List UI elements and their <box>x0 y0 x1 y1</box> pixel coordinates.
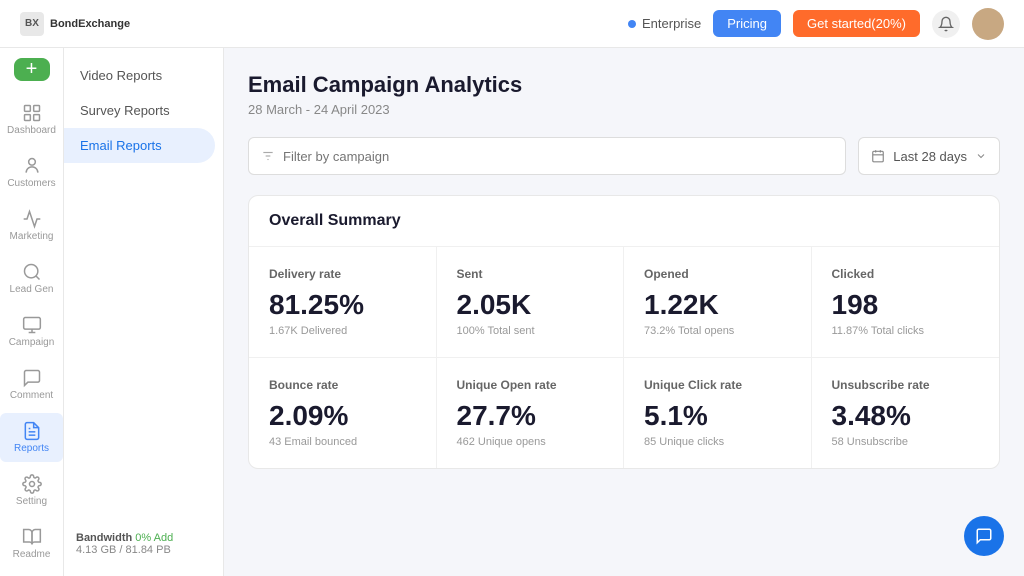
sidebar-item-comment-label: Comment <box>10 390 53 401</box>
sidebar-item-campaign-label: Campaign <box>9 337 55 348</box>
metric-value-2: 1.22K <box>644 289 791 321</box>
logo-area: BX BondExchange <box>20 12 130 36</box>
filter-input-wrapper <box>248 137 846 175</box>
date-picker[interactable]: Last 28 days <box>858 137 1000 175</box>
metric-sub-3: 11.87% Total clicks <box>832 325 980 337</box>
left-nav-survey-reports[interactable]: Survey Reports <box>64 93 223 128</box>
metric-value-7: 3.48% <box>832 400 980 432</box>
metrics-grid: Delivery rate 81.25% 1.67K Delivered Sen… <box>249 247 999 468</box>
metric-label-4: Bounce rate <box>269 378 416 392</box>
main-content: Email Campaign Analytics 28 March - 24 A… <box>224 48 1024 576</box>
metric-value-5: 27.7% <box>457 400 604 432</box>
metric-value-6: 5.1% <box>644 400 791 432</box>
avatar[interactable] <box>972 8 1004 40</box>
sidebar-item-marketing[interactable]: Marketing <box>0 201 63 250</box>
enterprise-label: Enterprise <box>642 16 701 31</box>
metric-sub-0: 1.67K Delivered <box>269 325 416 337</box>
app-wrapper: BX BondExchange Enterprise Pricing Get s… <box>0 0 1024 576</box>
sidebar-item-customers[interactable]: Customers <box>0 148 63 197</box>
metric-label-7: Unsubscribe rate <box>832 378 980 392</box>
main-area: + Dashboard Customers <box>0 48 1024 576</box>
sidebar-item-setting-label: Setting <box>16 496 47 507</box>
metric-cell-3: Clicked 198 11.87% Total clicks <box>812 247 1000 358</box>
sidebar-item-lead-gen-label: Lead Gen <box>10 284 54 295</box>
metric-cell-5: Unique Open rate 27.7% 462 Unique opens <box>437 358 625 468</box>
sidebar-item-marketing-label: Marketing <box>10 231 54 242</box>
metric-sub-4: 43 Email bounced <box>269 436 416 448</box>
filter-input[interactable] <box>283 149 833 164</box>
summary-header: Overall Summary <box>249 196 999 247</box>
sidebar-item-readme-label: Readme <box>13 549 51 560</box>
left-nav: Video Reports Survey Reports Email Repor… <box>64 48 224 576</box>
pricing-button[interactable]: Pricing <box>713 10 781 37</box>
metric-sub-5: 462 Unique opens <box>457 436 604 448</box>
sidebar-item-reports[interactable]: Reports <box>0 413 63 462</box>
get-started-button[interactable]: Get started(20%) <box>793 10 920 37</box>
add-button[interactable]: + <box>14 58 50 81</box>
sidebar-item-dashboard[interactable]: Dashboard <box>0 95 63 144</box>
metric-cell-4: Bounce rate 2.09% 43 Email bounced <box>249 358 437 468</box>
metric-value-3: 198 <box>832 289 980 321</box>
metric-label-6: Unique Click rate <box>644 378 791 392</box>
sidebar-item-dashboard-label: Dashboard <box>7 125 56 136</box>
left-nav-email-reports[interactable]: Email Reports <box>64 128 215 163</box>
summary-title: Overall Summary <box>269 212 401 229</box>
filter-bar: Last 28 days <box>248 137 1000 175</box>
metric-sub-1: 100% Total sent <box>457 325 604 337</box>
metric-label-0: Delivery rate <box>269 267 416 281</box>
metric-value-1: 2.05K <box>457 289 604 321</box>
metric-label-3: Clicked <box>832 267 980 281</box>
sidebar-item-setting[interactable]: Setting <box>0 466 63 515</box>
sidebar-item-customers-label: Customers <box>7 178 55 189</box>
metric-cell-2: Opened 1.22K 73.2% Total opens <box>624 247 812 358</box>
logo-icon: BX <box>20 12 44 36</box>
metric-cell-6: Unique Click rate 5.1% 85 Unique clicks <box>624 358 812 468</box>
chevron-down-icon <box>975 150 987 162</box>
metric-label-1: Sent <box>457 267 604 281</box>
notification-icon[interactable] <box>932 10 960 38</box>
metric-sub-2: 73.2% Total opens <box>644 325 791 337</box>
page-subtitle: 28 March - 24 April 2023 <box>248 102 1000 117</box>
calendar-icon <box>871 149 885 163</box>
enterprise-badge: Enterprise <box>628 16 701 31</box>
chat-bubble[interactable] <box>964 516 1004 556</box>
metric-value-4: 2.09% <box>269 400 416 432</box>
metric-value-0: 81.25% <box>269 289 416 321</box>
metric-label-2: Opened <box>644 267 791 281</box>
metric-cell-0: Delivery rate 81.25% 1.67K Delivered <box>249 247 437 358</box>
bandwidth-label: Bandwidth 0% Add <box>76 532 202 544</box>
page-title: Email Campaign Analytics <box>248 72 1000 98</box>
enterprise-dot-icon <box>628 20 636 28</box>
summary-card: Overall Summary Delivery rate 81.25% 1.6… <box>248 195 1000 469</box>
filter-icon <box>261 149 275 163</box>
metric-cell-7: Unsubscribe rate 3.48% 58 Unsubscribe <box>812 358 1000 468</box>
left-nav-video-reports[interactable]: Video Reports <box>64 58 223 93</box>
metric-label-5: Unique Open rate <box>457 378 604 392</box>
sidebar-item-comment[interactable]: Comment <box>0 360 63 409</box>
metric-sub-6: 85 Unique clicks <box>644 436 791 448</box>
sidebar-item-campaign[interactable]: Campaign <box>0 307 63 356</box>
logo-text: BondExchange <box>50 18 130 30</box>
date-range-label: Last 28 days <box>893 149 967 164</box>
bandwidth-section: Bandwidth 0% Add 4.13 GB / 81.84 PB <box>64 522 214 566</box>
metric-sub-7: 58 Unsubscribe <box>832 436 980 448</box>
top-bar: BX BondExchange Enterprise Pricing Get s… <box>0 0 1024 48</box>
sidebar: + Dashboard Customers <box>0 48 64 576</box>
metric-cell-1: Sent 2.05K 100% Total sent <box>437 247 625 358</box>
sidebar-item-lead-gen[interactable]: Lead Gen <box>0 254 63 303</box>
sidebar-item-reports-label: Reports <box>14 443 49 454</box>
bandwidth-value: 4.13 GB / 81.84 PB <box>76 544 202 556</box>
sidebar-item-readme[interactable]: Readme <box>0 519 63 568</box>
content-area: Video Reports Survey Reports Email Repor… <box>64 48 1024 576</box>
